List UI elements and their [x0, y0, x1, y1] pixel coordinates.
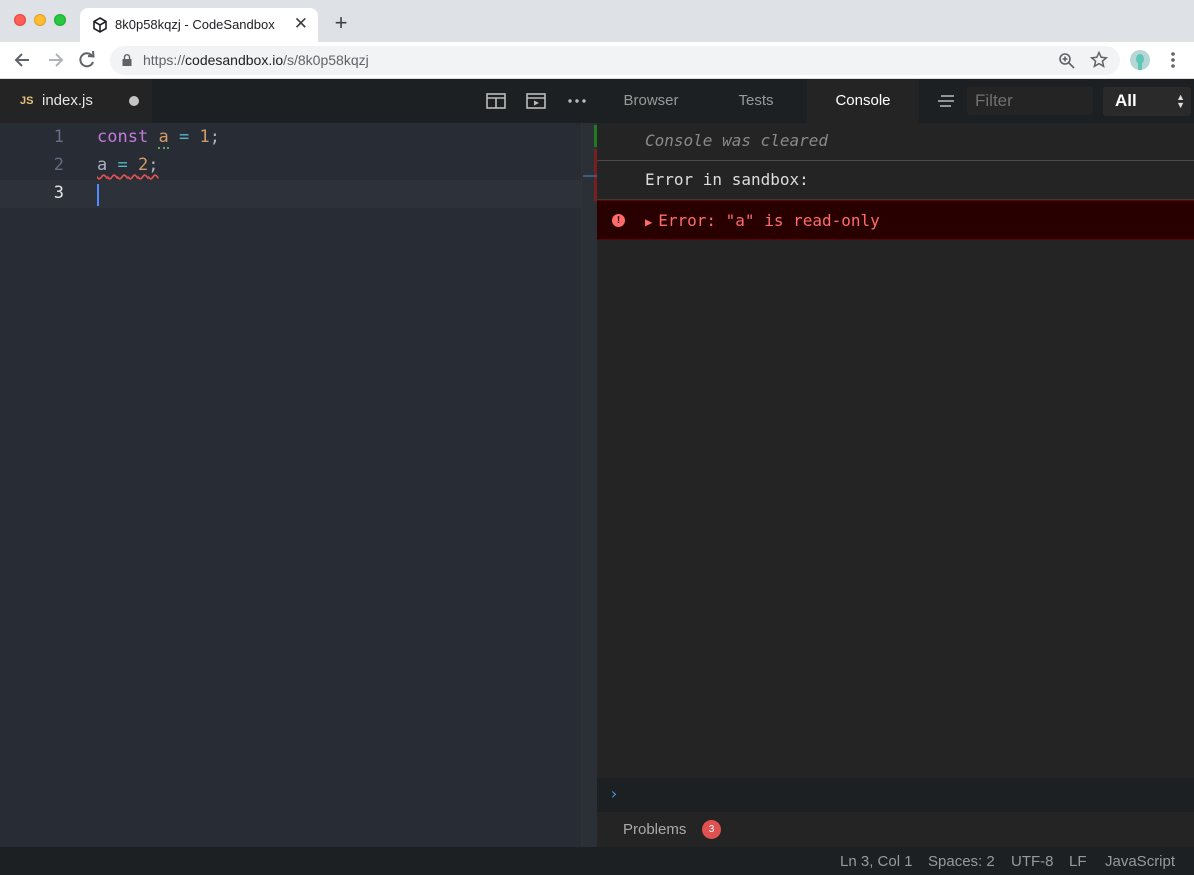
codesandbox-app: JS index.js 1 2 3 const a = 1; a = 2; Br…	[0, 79, 1194, 875]
encoding-setting[interactable]: UTF-8	[1011, 853, 1054, 870]
problems-count-badge: 3	[702, 820, 721, 839]
expand-arrow-icon[interactable]: ▶	[645, 215, 652, 229]
editor-tab-bar: JS index.js	[0, 79, 597, 123]
lock-icon	[122, 54, 132, 66]
console-error-line[interactable]: ! ▶ Error: "a" is read-only	[597, 200, 1194, 240]
js-file-icon: JS	[20, 95, 34, 107]
tab-console[interactable]: Console	[807, 79, 919, 123]
text-cursor	[97, 184, 99, 206]
preview-icon[interactable]	[526, 92, 546, 110]
browser-tab-strip: 8k0p58kqzj - CodeSandbox ✕ +	[0, 0, 1194, 42]
line-number: 2	[53, 155, 64, 175]
problems-label[interactable]: Problems	[623, 821, 686, 838]
log-level-value: All	[1115, 91, 1137, 110]
console-log-line: Error in sandbox:	[597, 161, 1194, 200]
line-number: 1	[53, 127, 64, 147]
new-tab-button[interactable]: +	[331, 11, 351, 35]
forward-icon[interactable]	[45, 50, 65, 70]
browser-tab[interactable]: 8k0p58kqzj - CodeSandbox ✕	[80, 8, 318, 42]
current-line-highlight	[0, 180, 581, 208]
code-editor[interactable]: 1 2 3 const a = 1; a = 2;	[0, 123, 581, 847]
profile-avatar[interactable]	[1130, 50, 1150, 70]
window-zoom-button[interactable]	[54, 14, 66, 26]
avatar-icon	[1136, 54, 1144, 70]
browser-menu-icon[interactable]	[1166, 50, 1180, 70]
editor-scrollbar[interactable]	[581, 123, 598, 847]
unsaved-indicator-icon[interactable]	[129, 96, 139, 106]
browser-toolbar: https://codesandbox.io/s/8k0p58kqzj	[0, 42, 1194, 79]
file-tab-index-js[interactable]: JS index.js	[0, 79, 152, 123]
end-of-line-setting[interactable]: LF	[1069, 853, 1087, 870]
problems-bar[interactable]: Problems 3	[597, 812, 1194, 847]
indentation-setting[interactable]: Spaces: 2	[928, 853, 995, 870]
back-icon[interactable]	[13, 50, 33, 70]
codesandbox-icon	[93, 17, 107, 33]
log-level-select[interactable]: All ▲ ▼	[1103, 87, 1191, 116]
tab-close-icon[interactable]: ✕	[294, 14, 308, 34]
tab-browser[interactable]: Browser	[597, 79, 705, 123]
language-mode[interactable]: JavaScript	[1105, 853, 1175, 870]
code-line-2: a = 2;	[97, 155, 159, 175]
tab-title: 8k0p58kqzj - CodeSandbox	[115, 17, 275, 32]
zoom-icon[interactable]	[1058, 52, 1076, 70]
url-text: https://codesandbox.io/s/8k0p58kqzj	[143, 52, 369, 68]
file-tab-label: index.js	[42, 92, 93, 109]
address-bar[interactable]: https://codesandbox.io/s/8k0p58kqzj	[110, 46, 1120, 75]
tab-tests[interactable]: Tests	[705, 79, 807, 123]
status-bar: Ln 3, Col 1 Spaces: 2 UTF-8 LF JavaScrip…	[0, 847, 1194, 875]
window-close-button[interactable]	[14, 14, 26, 26]
prompt-chevron-icon: ›	[609, 784, 619, 803]
select-arrows-icon: ▲ ▼	[1176, 92, 1185, 110]
bookmark-star-icon[interactable]	[1090, 51, 1108, 69]
code-line-1: const a = 1;	[97, 127, 220, 149]
clear-console-icon[interactable]	[937, 95, 955, 107]
error-message: Error: "a" is read-only	[658, 211, 880, 230]
console-cleared-message: Console was cleared	[597, 123, 1194, 161]
console-output: Console was cleared Error in sandbox: ! …	[597, 123, 1194, 778]
split-view-icon[interactable]	[486, 92, 506, 110]
overview-ruler-cursor	[583, 175, 597, 177]
line-number: 3	[53, 183, 64, 203]
more-options-icon[interactable]	[567, 92, 587, 110]
devtools-tab-bar: Browser Tests Console All ▲▼	[597, 79, 1194, 123]
reload-icon[interactable]	[77, 50, 97, 70]
cursor-position[interactable]: Ln 3, Col 1	[840, 853, 913, 870]
console-filter-input[interactable]	[967, 87, 1093, 115]
error-icon: !	[612, 214, 625, 227]
console-input[interactable]: ›	[597, 778, 1194, 812]
window-minimize-button[interactable]	[34, 14, 46, 26]
